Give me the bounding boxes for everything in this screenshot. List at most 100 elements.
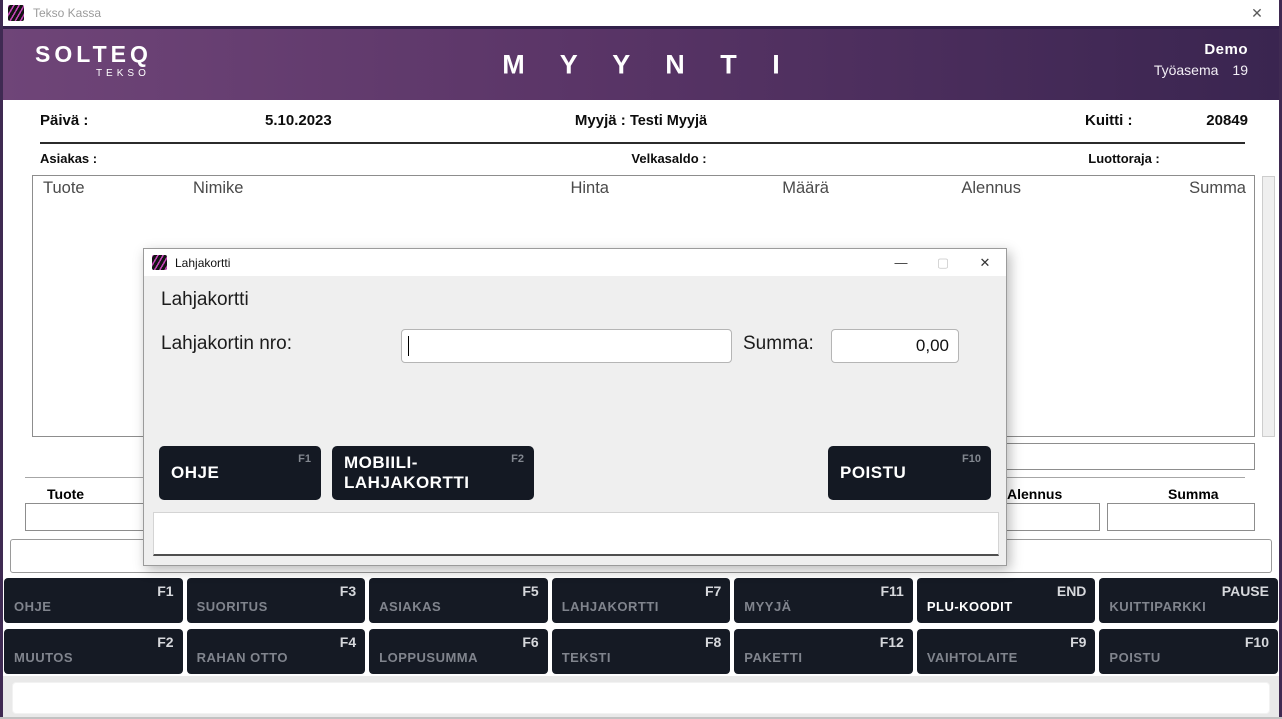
fkey-shortcut: F9 [1070, 634, 1086, 650]
dialog-button-label: POISTU [840, 463, 944, 483]
workstation-number: 19 [1232, 62, 1248, 78]
logo-secondary-text: TEKSO [35, 69, 152, 79]
giftcard-sum-input[interactable] [831, 329, 959, 363]
column-header-alennus: Alennus [839, 179, 1031, 198]
fkey-label: POISTU [1109, 650, 1160, 665]
workstation-info: Työasema 19 [1154, 62, 1248, 78]
window-title: Tekso Kassa [33, 6, 101, 20]
fkey-label: PAKETTI [744, 650, 802, 665]
entry-sum-field[interactable] [1107, 503, 1255, 531]
window-border-left [0, 0, 3, 719]
fkey-label: RAHAN OTTO [197, 650, 288, 665]
column-header-maara: Määrä [619, 179, 839, 198]
dialog-title: Lahjakortti [175, 256, 230, 270]
dialog-body: Lahjakortti Lahjakortin nro: Summa: OHJE… [144, 276, 1006, 567]
dialog-button-label: OHJE [171, 463, 257, 483]
fkey-shortcut: F1 [157, 583, 173, 599]
fkey-shortcut: F3 [340, 583, 356, 599]
fkey-shortcut: F8 [705, 634, 721, 650]
fkey-button-teksti[interactable]: TEKSTI F8 [552, 629, 731, 674]
seller-info: Myyjä : Testi Myyjä [575, 112, 707, 129]
entry-discount-label: Alennus [1007, 486, 1062, 502]
fkey-label: OHJE [14, 599, 51, 614]
fkey-label: TEKSTI [562, 650, 611, 665]
column-header-summa: Summa [1031, 179, 1256, 198]
fkey-button-paketti[interactable]: PAKETTI F12 [734, 629, 913, 674]
fkey-button-plu-koodit[interactable]: PLU-KOODIT END [917, 578, 1096, 623]
dialog-window-controls: — ▢ ✕ [880, 255, 1006, 271]
column-header-hinta: Hinta [463, 179, 619, 198]
fkey-button-asiakas[interactable]: ASIAKAS F5 [369, 578, 548, 623]
column-header-tuote: Tuote [33, 179, 183, 198]
fkey-shortcut: F4 [340, 634, 356, 650]
date-value: 5.10.2023 [265, 112, 332, 129]
fkey-button-ohje[interactable]: OHJE F1 [4, 578, 183, 623]
dialog-ohje-button[interactable]: OHJE F1 [159, 446, 321, 500]
giftcard-number-input[interactable] [401, 329, 732, 363]
fkey-shortcut: F12 [880, 634, 904, 650]
dialog-poistu-button[interactable]: POISTU F10 [828, 446, 991, 500]
giftcard-number-input-wrap [401, 329, 732, 363]
credit-label: Luottoraja : [1088, 151, 1160, 166]
fkey-shortcut: F11 [880, 583, 903, 599]
logo-primary-text: SOLTEQ [35, 43, 152, 66]
mode-badge: Demo [1154, 41, 1248, 58]
window-close-icon[interactable]: ✕ [1242, 5, 1272, 22]
dialog-button-label: MOBIILI-LAHJAKORTTI [344, 453, 534, 493]
giftcard-dialog: Lahjakortti — ▢ ✕ Lahjakortti Lahjakorti… [143, 248, 1007, 566]
header-right-block: Demo Työasema 19 [1154, 41, 1248, 78]
seller-value: Testi Myyjä [630, 113, 707, 129]
fkey-label: ASIAKAS [379, 599, 441, 614]
fkey-shortcut: F2 [157, 634, 173, 650]
fkey-button-lahjakortti[interactable]: LAHJAKORTTI F7 [552, 578, 731, 623]
entry-product-label: Tuote [47, 486, 84, 502]
fkey-label: KUITTIPARKKI [1109, 599, 1206, 614]
customer-label: Asiakas : [40, 151, 97, 166]
fkey-button-myyja[interactable]: MYYJÄ F11 [734, 578, 913, 623]
table-header-row: Tuote Nimike Hinta Määrä Alennus Summa [33, 176, 1254, 198]
status-input-field[interactable] [12, 682, 1270, 714]
info-divider [40, 142, 1245, 144]
giftcard-sum-label: Summa: [743, 333, 814, 355]
fkey-button-suoritus[interactable]: SUORITUS F3 [187, 578, 366, 623]
fkey-button-kuittiparkki[interactable]: KUITTIPARKKI PAUSE [1099, 578, 1278, 623]
app-icon [8, 5, 24, 21]
seller-label: Myyjä : [575, 112, 626, 129]
function-key-grid: OHJE F1 SUORITUS F3 ASIAKAS F5 LAHJAKORT… [4, 578, 1278, 674]
fkey-label: LAHJAKORTTI [562, 599, 659, 614]
fkey-shortcut: PAUSE [1222, 583, 1269, 599]
date-label: Päivä : [40, 112, 88, 129]
text-caret [408, 336, 409, 356]
fkey-button-muutos[interactable]: MUUTOS F2 [4, 629, 183, 674]
fkey-button-rahan-otto[interactable]: RAHAN OTTO F4 [187, 629, 366, 674]
entry-sum-label: Summa [1168, 486, 1219, 502]
fkey-shortcut: F6 [522, 634, 538, 650]
table-scrollbar[interactable] [1262, 176, 1275, 437]
dialog-mobiili-lahjakortti-button[interactable]: MOBIILI-LAHJAKORTTI F2 [332, 446, 534, 500]
giftcard-number-label: Lahjakortin nro: [161, 333, 292, 355]
receipt-label: Kuitti : [1085, 112, 1132, 129]
dialog-status-field[interactable] [153, 512, 999, 556]
dialog-titlebar: Lahjakortti — ▢ ✕ [144, 249, 1006, 276]
fkey-button-poistu[interactable]: POISTU F10 [1099, 629, 1278, 674]
fkey-shortcut: END [1057, 583, 1087, 599]
receipt-value: 20849 [1206, 112, 1248, 129]
close-icon[interactable]: ✕ [964, 255, 1006, 271]
status-strip [3, 676, 1279, 717]
dialog-button-shortcut: F1 [298, 453, 311, 465]
workstation-label: Työasema [1154, 62, 1219, 78]
fkey-shortcut: F5 [522, 583, 538, 599]
dialog-app-icon [152, 255, 167, 270]
fkey-button-vaihtolaite[interactable]: VAIHTOLAITE F9 [917, 629, 1096, 674]
giftcard-sum-input-wrap [831, 329, 959, 363]
app-header: SOLTEQ TEKSO M Y Y N T I Demo Työasema19 [3, 26, 1279, 100]
os-titlebar: Tekso Kassa ✕ [0, 0, 1282, 26]
fkey-label: MUUTOS [14, 650, 73, 665]
dialog-button-shortcut: F10 [962, 453, 981, 465]
minimize-icon[interactable]: — [880, 255, 922, 271]
fkey-label: VAIHTOLAITE [927, 650, 1018, 665]
fkey-label: PLU-KOODIT [927, 599, 1013, 614]
fkey-button-loppusumma[interactable]: LOPPUSUMMA F6 [369, 629, 548, 674]
fkey-label: SUORITUS [197, 599, 268, 614]
maximize-icon: ▢ [922, 255, 964, 271]
